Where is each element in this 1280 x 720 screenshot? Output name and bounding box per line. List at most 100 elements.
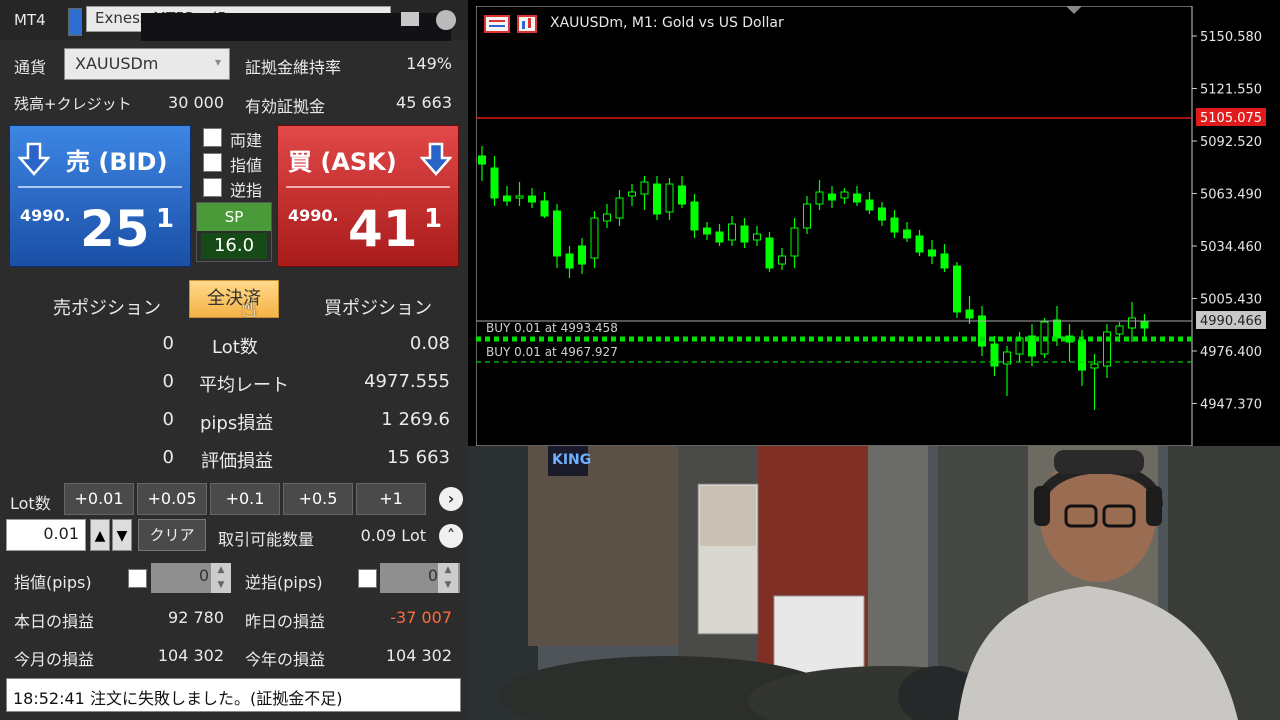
folder-icon[interactable]	[401, 12, 419, 26]
buy-ask-button[interactable]: 買 (ASK) 4990. 41 1	[277, 125, 459, 267]
candle-body	[828, 193, 836, 201]
chevron-right-icon[interactable]: ›	[439, 487, 463, 511]
divider	[286, 186, 450, 188]
chart-canvas: 5150.580 5121.550 5092.520 5063.490 5034.460…	[476, 6, 1266, 446]
candle-body	[790, 227, 799, 257]
limit-pips-checkbox[interactable]	[128, 569, 147, 588]
candle-body	[878, 207, 886, 221]
candle-body	[603, 213, 611, 222]
candle-body	[865, 199, 874, 211]
buy-valuation: 15 663	[387, 447, 450, 468]
tradable-value: 0.09 Lot	[360, 526, 426, 545]
hedge-checkbox[interactable]	[203, 128, 222, 147]
symbol-select[interactable]: XAUUSDm ▾	[64, 48, 230, 80]
settings-icon[interactable]	[436, 10, 456, 30]
candle-body	[590, 217, 599, 259]
balance-label: 残高+クレジット	[14, 95, 132, 113]
stop-pips-label: 逆指(pips)	[245, 573, 323, 592]
avg-rate-label: 平均レート	[199, 375, 289, 396]
candle-body	[778, 255, 786, 265]
stop-pips-spinner[interactable]: ▲ ▼	[438, 563, 458, 593]
axis-price-label: 5121.550	[1200, 83, 1262, 98]
buy-lot: 0.08	[409, 333, 450, 354]
candle-body	[990, 343, 999, 367]
candle-body	[1140, 321, 1149, 329]
close-all-button[interactable]: 全決済	[189, 280, 279, 318]
axis-price-label: 5034.460	[1200, 240, 1262, 255]
candle-body	[965, 309, 974, 319]
neon-sign-text: KING	[552, 452, 591, 468]
limit-pips-spinner[interactable]: ▲ ▼	[211, 563, 231, 593]
margin-level-label: 証拠金維持率	[245, 58, 342, 77]
app-title: MT4	[14, 11, 46, 29]
lot-up-button[interactable]: ▲	[90, 519, 110, 551]
status-message: 18:52:41 注文に失敗しました。(証拠金不足)	[6, 678, 461, 712]
pips-pl-label: pips損益	[200, 413, 274, 434]
ask-price-prefix: 4990.	[288, 206, 339, 225]
candle-body	[728, 223, 736, 241]
candle-body	[940, 253, 949, 269]
spread-label: SP	[197, 203, 271, 231]
indicator-icon[interactable]	[517, 15, 537, 33]
chevron-down-icon: ▾	[214, 55, 221, 69]
ask-title: 買 (ASK)	[288, 148, 397, 176]
spread-value: 16.0	[201, 233, 267, 259]
candle-body	[565, 253, 574, 269]
ask-price-big: 41	[348, 200, 418, 258]
account-indicator-icon	[68, 8, 82, 36]
current-price-text: 4990.466	[1200, 314, 1262, 329]
bid-title: 売 (BID)	[66, 148, 168, 176]
spread-box: SP 16.0	[196, 202, 272, 262]
equity-value: 45 663	[396, 93, 452, 112]
candle-body	[628, 191, 636, 197]
axis-price-label: 5063.490	[1200, 188, 1262, 203]
axis-price-label: 4976.400	[1200, 345, 1262, 360]
candle-body	[640, 181, 649, 195]
candle-body	[715, 231, 724, 243]
lot-add-0-1-button[interactable]: +0.1	[210, 483, 280, 515]
price-chart[interactable]: 5150.580 5121.550 5092.520 5063.490 5034.460…	[476, 6, 1276, 446]
bid-price-prefix: 4990.	[20, 206, 71, 225]
street-illustration: KING	[468, 446, 1280, 720]
trade-panel: MT4 Exness-MT5Real5 ▾ 通貨 XAUUSDm ▾ 証拠金維持…	[0, 0, 468, 720]
chevron-up-icon[interactable]: ˄	[439, 524, 463, 548]
candle-body	[953, 265, 961, 313]
buy-positions-label: 買ポジション	[324, 298, 432, 319]
candle-body	[803, 203, 811, 229]
candle-body	[528, 195, 536, 203]
lot-input[interactable]: 0.01	[6, 519, 86, 551]
candle-body	[1128, 317, 1136, 329]
arrow-down-icon	[420, 142, 452, 176]
candle-body	[690, 201, 699, 231]
lot-add-1-button[interactable]: +1	[356, 483, 426, 515]
limit-checkbox[interactable]	[203, 153, 222, 172]
axis-price-label: 5092.520	[1200, 135, 1262, 150]
lot-add-0-01-button[interactable]: +0.01	[64, 483, 134, 515]
sell-bid-button[interactable]: 売 (BID) 4990. 25 1	[9, 125, 191, 267]
stop-checkbox[interactable]	[203, 178, 222, 197]
clear-button[interactable]: クリア	[138, 519, 206, 551]
candle-body	[678, 185, 686, 205]
sell-positions-label: 売ポジション	[53, 298, 161, 319]
divider	[18, 186, 182, 188]
limit-pips-label: 指値(pips)	[14, 573, 92, 592]
today-pl-label: 本日の損益	[14, 612, 95, 631]
month-pl-label: 今月の損益	[14, 650, 95, 669]
stop-pips-checkbox[interactable]	[358, 569, 377, 588]
equity-label: 有効証拠金	[245, 97, 326, 116]
month-pl-value: 104 302	[157, 646, 224, 665]
today-pl-value: 92 780	[168, 608, 224, 627]
order-label-1: BUY 0.01 at 4993.458	[486, 321, 618, 335]
lot-add-0-5-button[interactable]: +0.5	[283, 483, 353, 515]
candle-body	[540, 200, 549, 217]
margin-level-value: 149%	[406, 54, 452, 73]
lot-add-0-05-button[interactable]: +0.05	[137, 483, 207, 515]
candle-body	[815, 191, 824, 205]
lot-down-button[interactable]: ▼	[112, 519, 132, 551]
year-pl-label: 今年の損益	[245, 650, 326, 669]
symbol-value: XAUUSDm	[75, 54, 159, 73]
chart-title: XAUUSDm, M1: Gold vs US Dollar	[550, 15, 784, 31]
arrow-down-icon	[18, 142, 50, 176]
candle-body	[503, 195, 511, 202]
chart-menu-icon[interactable]	[484, 15, 510, 33]
